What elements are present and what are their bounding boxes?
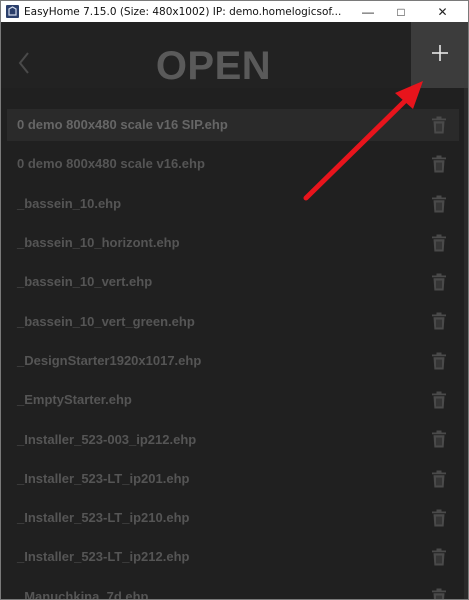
file-name[interactable]: 0 demo 800x480 scale v16 SIP.ehp [17, 117, 228, 132]
file-name[interactable]: _bassein_10_vert.ehp [17, 274, 152, 289]
trash-icon[interactable] [431, 352, 447, 370]
file-name[interactable]: _Installer_523-LT_ip201.ehp [17, 471, 189, 486]
file-name[interactable]: 0 demo 800x480 scale v16.ehp [17, 156, 205, 171]
file-row[interactable]: 0 demo 800x480 scale v16.ehp [1, 144, 468, 183]
title-bar[interactable]: EasyHome 7.15.0 (Size: 480x1002) IP: dem… [1, 1, 468, 22]
file-name[interactable]: _DesignStarter1920x1017.ehp [17, 353, 201, 368]
plus-icon [430, 43, 450, 68]
trash-icon[interactable] [431, 155, 447, 173]
file-row[interactable]: _bassein_10_vert_green.ehp [1, 301, 468, 340]
file-name[interactable]: _EmptyStarter.ehp [17, 392, 132, 407]
header-bar: OPEN [1, 22, 468, 88]
trash-icon[interactable] [431, 509, 447, 527]
file-row[interactable]: _Installer_523-003_ip212.ehp [1, 419, 468, 458]
page-title: OPEN [155, 44, 272, 88]
file-row[interactable]: _EmptyStarter.ehp [1, 380, 468, 419]
file-name[interactable]: _Installer_523-003_ip212.ehp [17, 432, 196, 447]
app-window: EasyHome 7.15.0 (Size: 480x1002) IP: dem… [0, 0, 469, 600]
app-content: OPEN 0 demo 800x480 scale v16 SIP.ehp 0 d… [1, 22, 468, 600]
file-name[interactable]: _Installer_523-LT_ip212.ehp [17, 549, 189, 564]
maximize-button[interactable]: □ [384, 1, 418, 22]
file-row[interactable]: _Installer_523-LT_ip210.ehp [1, 498, 468, 537]
file-name[interactable]: _bassein_10.ehp [17, 196, 121, 211]
file-row[interactable]: 0 demo 800x480 scale v16 SIP.ehp [1, 105, 468, 144]
trash-icon[interactable] [431, 312, 447, 330]
app-logo-icon [5, 5, 19, 19]
trash-icon[interactable] [431, 195, 447, 213]
file-name[interactable]: _Manuchkina_7d.ehp [17, 589, 148, 599]
file-name[interactable]: _bassein_10_horizont.ehp [17, 235, 180, 250]
file-row[interactable]: _bassein_10_vert.ehp [1, 262, 468, 301]
file-row[interactable]: _DesignStarter1920x1017.ehp [1, 341, 468, 380]
file-row[interactable]: _Manuchkina_7d.ehp [1, 577, 468, 600]
add-file-button[interactable] [411, 22, 468, 88]
file-name[interactable]: _bassein_10_vert_green.ehp [17, 314, 195, 329]
trash-icon[interactable] [431, 430, 447, 448]
trash-icon[interactable] [431, 470, 447, 488]
file-row[interactable]: _Installer_523-LT_ip201.ehp [1, 459, 468, 498]
scrollbar[interactable] [464, 88, 468, 599]
file-name[interactable]: _Installer_523-LT_ip210.ehp [17, 510, 189, 525]
file-list: 0 demo 800x480 scale v16 SIP.ehp 0 demo 8… [1, 105, 468, 600]
close-button[interactable]: ✕ [417, 1, 468, 22]
trash-icon[interactable] [431, 391, 447, 409]
file-row[interactable]: _Installer_523-LT_ip212.ehp [1, 537, 468, 576]
trash-icon[interactable] [431, 234, 447, 252]
trash-icon[interactable] [431, 116, 447, 134]
minimize-button[interactable]: — [351, 1, 385, 22]
file-row[interactable]: _bassein_10.ehp [1, 184, 468, 223]
window-title: EasyHome 7.15.0 (Size: 480x1002) IP: dem… [24, 5, 342, 18]
file-row[interactable]: _bassein_10_horizont.ehp [1, 223, 468, 262]
trash-icon[interactable] [431, 273, 447, 291]
trash-icon[interactable] [431, 548, 447, 566]
trash-icon[interactable] [431, 588, 447, 600]
